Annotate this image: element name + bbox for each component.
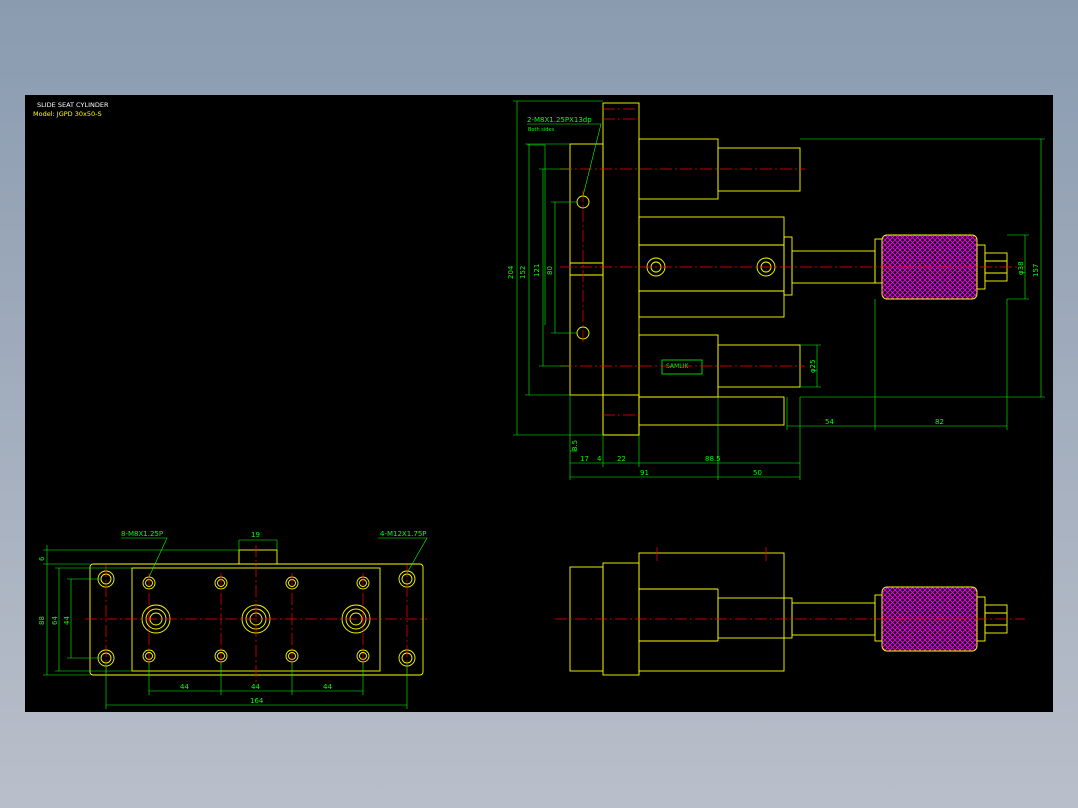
front-callout-left: 8-M8X1.25P (121, 530, 163, 538)
dim-152: 152 (519, 266, 527, 279)
dim-pitch-3: 44 (323, 683, 332, 691)
dim-d38: φ38 (1017, 261, 1025, 275)
front-dimension-text: 8-M8X1.25P 4-M12X1.75P 19 6 88 64 44 44 … (38, 530, 427, 705)
front-base-plate (89, 563, 424, 676)
side-upper-rod (717, 147, 801, 192)
side-nameplate: SAMLIK (666, 363, 689, 370)
side-callout: 2-M8X1.25PX13dp (527, 116, 592, 124)
side-callout-sub: Both sides (528, 127, 554, 133)
dim-6: 6 (38, 556, 46, 561)
dim-91: 91 (640, 469, 649, 477)
dim-19: 19 (251, 531, 260, 539)
bottom-body (638, 552, 785, 672)
dim-82: 82 (935, 418, 944, 426)
drawing-model: Model: JGPD 30x50-S (33, 110, 102, 118)
dim-88-5: 88.5 (705, 455, 721, 463)
front-callout-right: 4-M12X1.75P (380, 530, 427, 538)
dim-164: 164 (250, 697, 264, 705)
drawing-canvas[interactable]: SLIDE SEAT CYLINDER Model: JGPD 30x50-S (25, 95, 1053, 712)
dim-50: 50 (753, 469, 762, 477)
cad-drawing: SLIDE SEAT CYLINDER Model: JGPD 30x50-S (33, 100, 1045, 709)
side-view (569, 102, 1008, 436)
dim-44: 44 (63, 616, 71, 625)
dim-17: 17 (580, 455, 589, 463)
dim-80: 80 (546, 266, 554, 275)
front-view (89, 549, 424, 676)
dim-d25: φ25 (809, 359, 817, 373)
dim-4: 4 (597, 455, 602, 463)
side-flange (602, 102, 640, 436)
dim-pitch-2: 44 (251, 683, 260, 691)
dim-64: 64 (51, 616, 59, 625)
dim-157: 157 (1032, 264, 1040, 277)
bottom-view (569, 552, 1008, 676)
dim-121: 121 (533, 264, 541, 277)
dim-22: 22 (617, 455, 626, 463)
dim-88: 88 (38, 616, 46, 625)
drawing-title: SLIDE SEAT CYLINDER (37, 101, 109, 109)
front-centerlines (85, 545, 427, 685)
dim-54: 54 (825, 418, 834, 426)
dim-204: 204 (507, 265, 515, 279)
dim-8-5: 8.5 (571, 440, 579, 451)
dim-pitch-1: 44 (180, 683, 189, 691)
